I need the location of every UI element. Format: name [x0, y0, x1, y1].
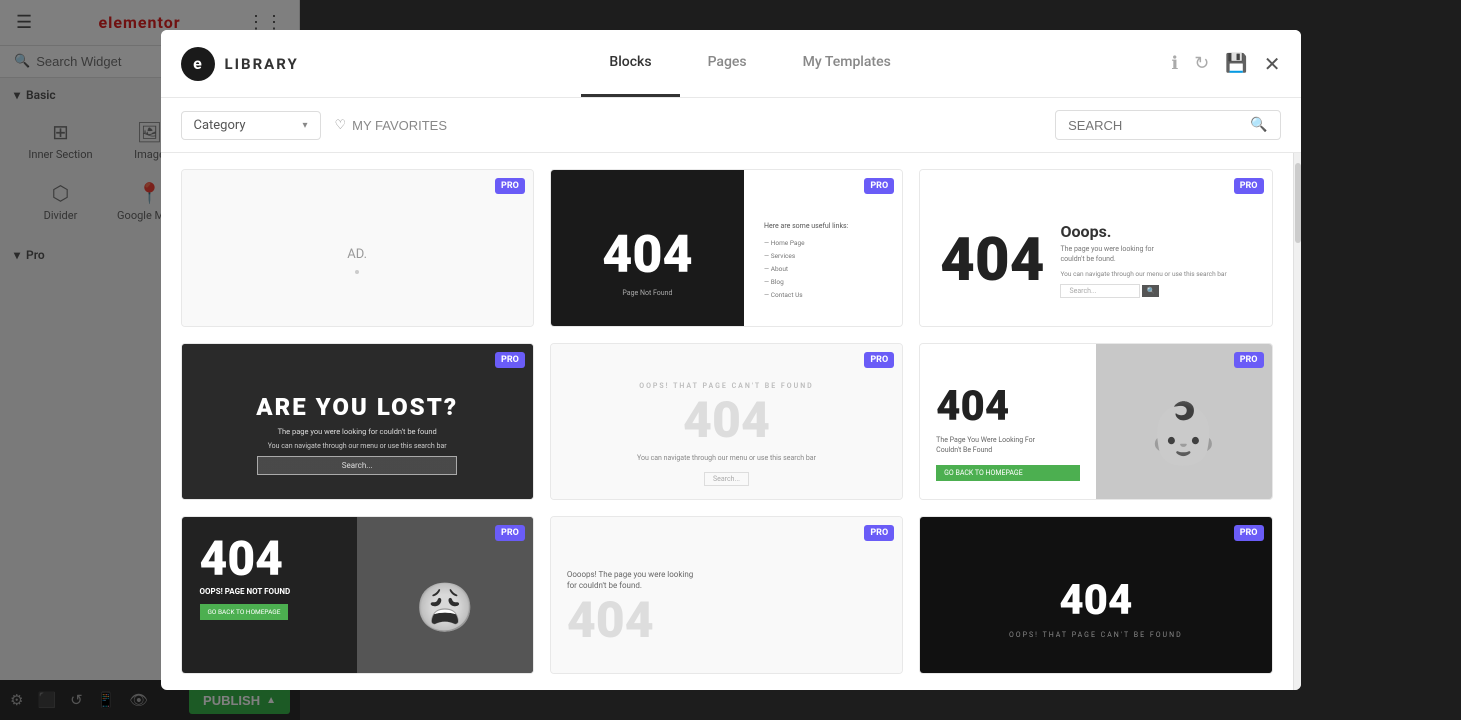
library-modal: e LIBRARY Blocks Pages My Templates ℹ ↻ …	[161, 30, 1301, 690]
template-preview: PRO ARE YOU LOST? The page you were look…	[182, 344, 533, 501]
pro-badge: PRO	[1234, 178, 1264, 194]
tab-my-templates[interactable]: My Templates	[775, 30, 919, 97]
template-card[interactable]: PRO 404 Page Not Found Here are some use…	[550, 169, 903, 327]
modal-header-actions: ℹ ↻ 💾 ✕	[1171, 52, 1280, 76]
template-card[interactable]: PRO 404 The Page You Were Looking ForCou…	[919, 343, 1272, 501]
category-chevron-icon: ▾	[302, 120, 307, 131]
search-box: 🔍	[1055, 110, 1280, 140]
template-card[interactable]: PRO ARE YOU LOST? The page you were look…	[181, 343, 534, 501]
favorites-button[interactable]: ♡ MY FAVORITES	[335, 117, 448, 133]
template-preview: PRO OOPS! THAT PAGE CAN'T BE FOUND 404 Y…	[551, 344, 902, 501]
pro-badge: PRO	[495, 525, 525, 541]
tab-pages[interactable]: Pages	[680, 30, 775, 97]
pro-badge: PRO	[1234, 352, 1264, 368]
template-card[interactable]: PRO 404 Ooops. The page you were looking…	[919, 169, 1272, 327]
pro-badge: PRO	[864, 178, 894, 194]
template-preview: PRO 😩 404 OOPS! PAGE NOT FOUND GO BACK T…	[182, 517, 533, 674]
template-preview: PRO 404 Ooops. The page you were looking…	[920, 170, 1271, 327]
template-card[interactable]: PRO 😩 404 OOPS! PAGE NOT FOUND GO BACK T…	[181, 516, 534, 674]
save-icon[interactable]: 💾	[1225, 53, 1247, 74]
modal-scrollbar[interactable]	[1293, 153, 1301, 690]
search-box-icon: 🔍	[1250, 117, 1267, 133]
pro-badge: PRO	[864, 525, 894, 541]
modal-logo-text: LIBRARY	[225, 55, 299, 73]
pro-badge: PRO	[495, 178, 525, 194]
template-card[interactable]: PRO 404 OOPS! THAT PAGE CAN'T BE FOUND	[919, 516, 1272, 674]
info-icon[interactable]: ℹ	[1171, 53, 1178, 74]
category-dropdown[interactable]: Category ▾	[181, 111, 321, 140]
templates-grid: PRO AD. PRO 404 Page No	[161, 153, 1293, 690]
modal-header: e LIBRARY Blocks Pages My Templates ℹ ↻ …	[161, 30, 1301, 98]
template-preview: PRO 404 OOPS! THAT PAGE CAN'T BE FOUND	[920, 517, 1271, 674]
modal-content: PRO AD. PRO 404 Page No	[161, 153, 1301, 690]
search-input[interactable]	[1068, 118, 1244, 133]
template-preview: PRO AD.	[182, 170, 533, 327]
modal-overlay: e LIBRARY Blocks Pages My Templates ℹ ↻ …	[0, 0, 1461, 720]
scrollbar-thumb	[1295, 163, 1301, 243]
template-card[interactable]: PRO OOPS! THAT PAGE CAN'T BE FOUND 404 Y…	[550, 343, 903, 501]
filter-bar: Category ▾ ♡ MY FAVORITES 🔍	[161, 98, 1301, 153]
modal-tabs: Blocks Pages My Templates	[329, 30, 1172, 97]
template-preview: PRO 404 The Page You Were Looking ForCou…	[920, 344, 1271, 501]
pro-badge: PRO	[1234, 525, 1264, 541]
heart-icon: ♡	[335, 117, 347, 133]
template-card[interactable]: PRO AD.	[181, 169, 534, 327]
pro-badge: PRO	[495, 352, 525, 368]
pro-badge: PRO	[864, 352, 894, 368]
modal-logo-icon: e	[181, 47, 215, 81]
modal-logo: e LIBRARY	[181, 47, 299, 81]
refresh-icon[interactable]: ↻	[1194, 53, 1209, 74]
template-preview: PRO 404 Page Not Found Here are some use…	[551, 170, 902, 327]
close-icon[interactable]: ✕	[1264, 52, 1281, 76]
tab-blocks[interactable]: Blocks	[581, 30, 679, 97]
template-card[interactable]: PRO Oooops! The page you were lookingfor…	[550, 516, 903, 674]
template-preview: PRO Oooops! The page you were lookingfor…	[551, 517, 902, 674]
